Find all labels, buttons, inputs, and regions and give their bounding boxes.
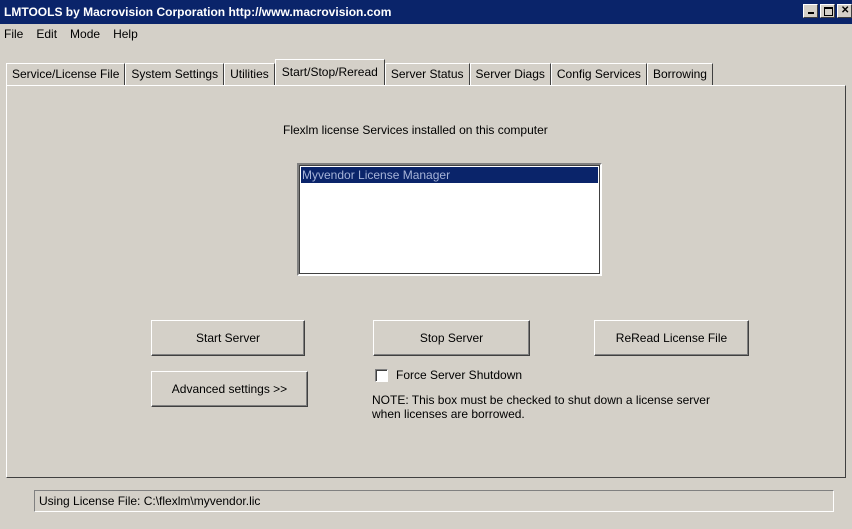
close-button[interactable]: ✕ [837,4,852,18]
menu-edit[interactable]: Edit [29,27,63,41]
maximize-button[interactable] [820,4,835,18]
tab-config-services[interactable]: Config Services [550,63,647,85]
tab-strip: Service/License File System Settings Uti… [6,59,713,85]
tab-borrowing[interactable]: Borrowing [646,63,713,85]
menu-file[interactable]: File [0,27,29,41]
tab-panel [6,85,846,478]
tab-server-diags[interactable]: Server Diags [469,63,551,85]
menu-bar: File Edit Mode Help [0,24,852,44]
status-bar: Using License File: C:\flexlm\myvendor.l… [34,490,834,512]
minimize-icon [808,12,814,14]
close-icon: ✕ [841,5,850,16]
tab-utilities[interactable]: Utilities [224,63,275,85]
window-titlebar: LMTOOLS by Macrovision Corporation http:… [0,0,852,24]
tab-start-stop-reread[interactable]: Start/Stop/Reread [274,59,385,85]
window-controls: ✕ [803,4,852,18]
menu-mode[interactable]: Mode [63,27,106,41]
maximize-icon [824,7,833,16]
window-title: LMTOOLS by Macrovision Corporation http:… [4,5,392,19]
tab-service-license-file[interactable]: Service/License File [6,63,126,85]
menu-help[interactable]: Help [106,27,144,41]
tab-system-settings[interactable]: System Settings [125,63,225,85]
tab-server-status[interactable]: Server Status [384,63,470,85]
minimize-button[interactable] [803,4,818,18]
